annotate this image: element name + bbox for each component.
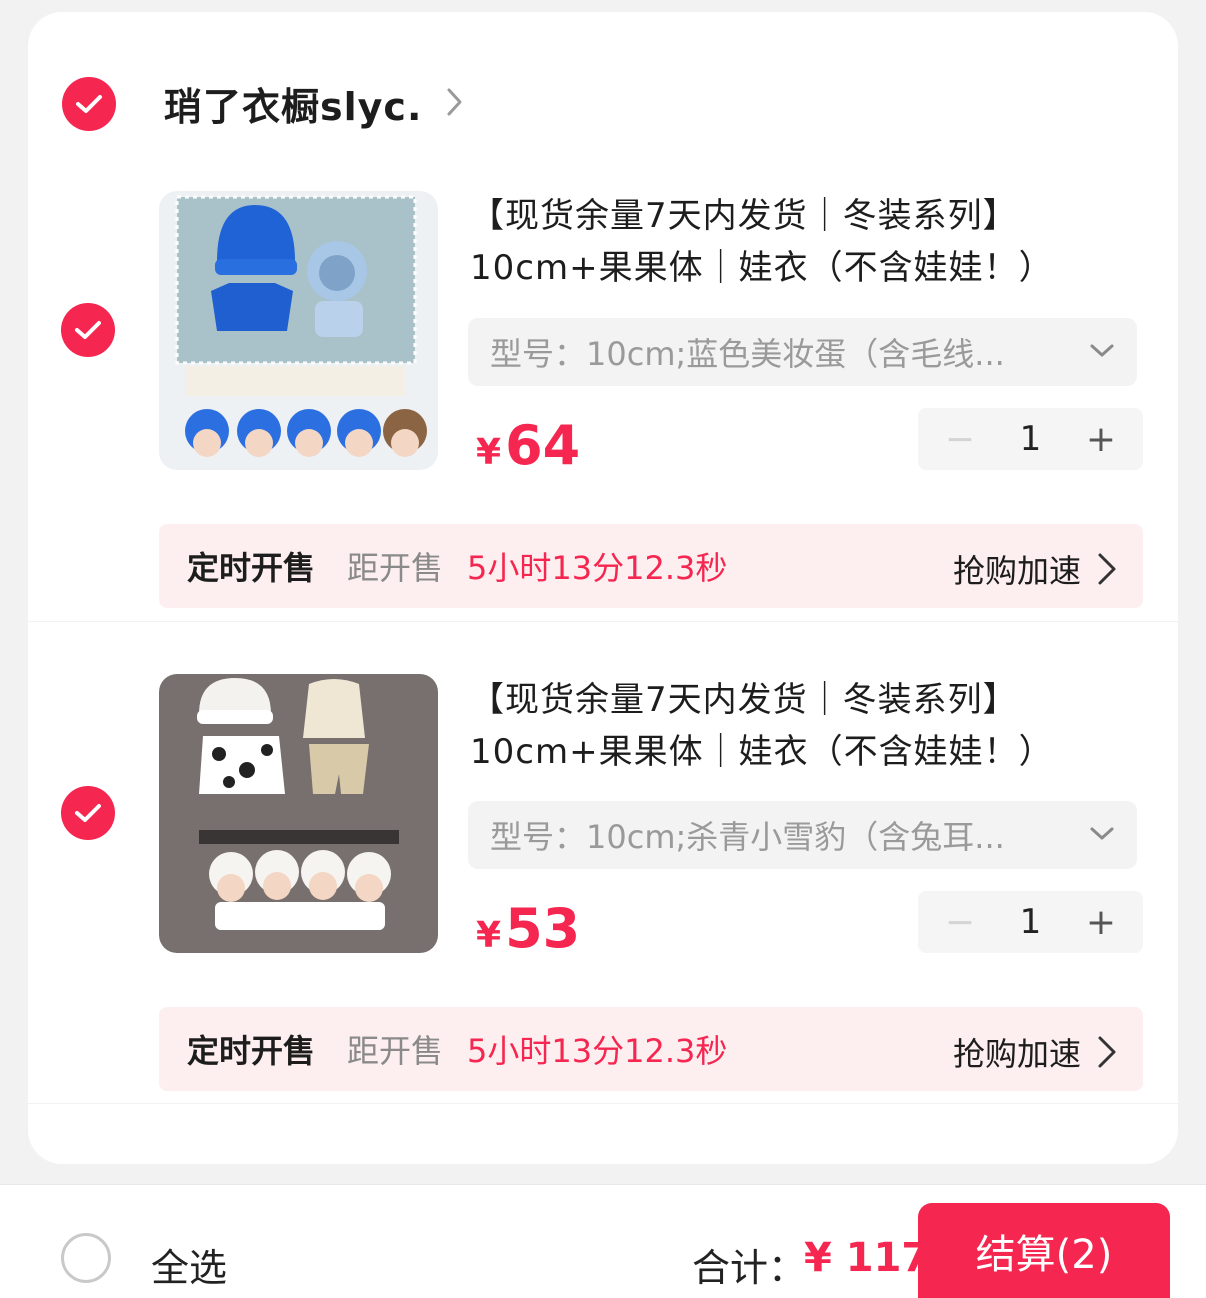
chevron-down-icon [1090, 827, 1114, 840]
checkmark-icon [76, 95, 102, 113]
product-title-line: 【现货余量7天内发货｜冬装系列】 [470, 680, 1018, 720]
presale-banner: 定时开售 距开售 5小时13分12.3秒 抢购加速 [159, 1007, 1143, 1091]
product-title-line: 10cm+果果体｜娃衣（不含娃娃！） [470, 732, 1054, 772]
presale-label: 定时开售 [187, 1032, 316, 1070]
presale-label: 定时开售 [187, 549, 316, 587]
item-checkbox[interactable] [61, 303, 115, 357]
item-divider [28, 621, 1178, 622]
rush-boost-label: 抢购加速 [952, 1035, 1081, 1073]
select-all-label[interactable]: 全选 [151, 1237, 227, 1292]
shop-name[interactable]: 琑了衣橱slyc. [164, 76, 422, 131]
product-thumbnail[interactable] [159, 191, 438, 470]
quantity-stepper[interactable]: − 1 + [918, 891, 1143, 953]
item-divider [28, 1103, 1178, 1104]
presale-countdown: 5小时13分12.3秒 [467, 549, 728, 587]
sku-text: 型号：10cm;蓝色美妆蛋（含毛线... [490, 335, 1005, 373]
increase-button[interactable]: + [1081, 419, 1121, 460]
rush-boost-label: 抢购加速 [952, 552, 1081, 590]
quantity-stepper[interactable]: − 1 + [918, 408, 1143, 470]
product-title[interactable]: 【现货余量7天内发货｜冬装系列】 10cm+果果体｜娃衣（不含娃娃！） [470, 674, 1150, 778]
sku-text: 型号：10cm;杀青小雪豹（含兔耳... [490, 818, 1005, 856]
product-thumbnail[interactable] [159, 674, 438, 953]
checkmark-icon [75, 321, 101, 339]
price: ¥ 64 [476, 414, 580, 477]
product-image [159, 191, 438, 470]
total-label: 合计： [692, 1246, 807, 1290]
sku-selector[interactable]: 型号：10cm;杀青小雪豹（含兔耳... [468, 801, 1137, 869]
select-all-checkbox[interactable] [61, 1233, 111, 1283]
chevron-right-icon [1098, 1036, 1116, 1068]
shop-checkbox[interactable] [62, 77, 116, 131]
presale-countdown: 5小时13分12.3秒 [467, 1032, 728, 1070]
quantity-value[interactable]: 1 [1020, 902, 1042, 942]
checkout-button[interactable]: 结算(2) [918, 1203, 1170, 1298]
rush-boost-button[interactable]: 抢购加速 [953, 1029, 1119, 1075]
checkout-bar: 全选 合计： ¥ 117 结算(2) [0, 1184, 1206, 1298]
checkmark-icon [75, 804, 101, 822]
quantity-value[interactable]: 1 [1020, 419, 1042, 459]
presale-prefix: 距开售 [347, 1032, 444, 1070]
chevron-down-icon [1090, 344, 1114, 357]
product-title[interactable]: 【现货余量7天内发货｜冬装系列】 10cm+果果体｜娃衣（不含娃娃！） [470, 190, 1150, 294]
price-value: 64 [505, 414, 581, 477]
chevron-right-icon [1098, 553, 1116, 585]
price-value: 53 [505, 897, 581, 960]
decrease-button[interactable]: − [940, 902, 980, 943]
item-checkbox[interactable] [61, 786, 115, 840]
presale-banner: 定时开售 距开售 5小时13分12.3秒 抢购加速 [159, 524, 1143, 608]
chevron-right-icon[interactable] [444, 86, 466, 118]
currency-symbol: ¥ [476, 432, 502, 473]
product-title-line: 【现货余量7天内发货｜冬装系列】 [470, 196, 1018, 236]
rush-boost-button[interactable]: 抢购加速 [953, 546, 1119, 592]
currency-symbol: ¥ [476, 915, 502, 956]
sku-selector[interactable]: 型号：10cm;蓝色美妆蛋（含毛线... [468, 318, 1137, 386]
product-title-line: 10cm+果果体｜娃衣（不含娃娃！） [470, 248, 1054, 288]
product-image [159, 674, 438, 953]
presale-prefix: 距开售 [347, 549, 444, 587]
total-value: ¥ 117 [804, 1235, 930, 1281]
price: ¥ 53 [476, 897, 580, 960]
decrease-button[interactable]: − [940, 419, 980, 460]
increase-button[interactable]: + [1081, 902, 1121, 943]
